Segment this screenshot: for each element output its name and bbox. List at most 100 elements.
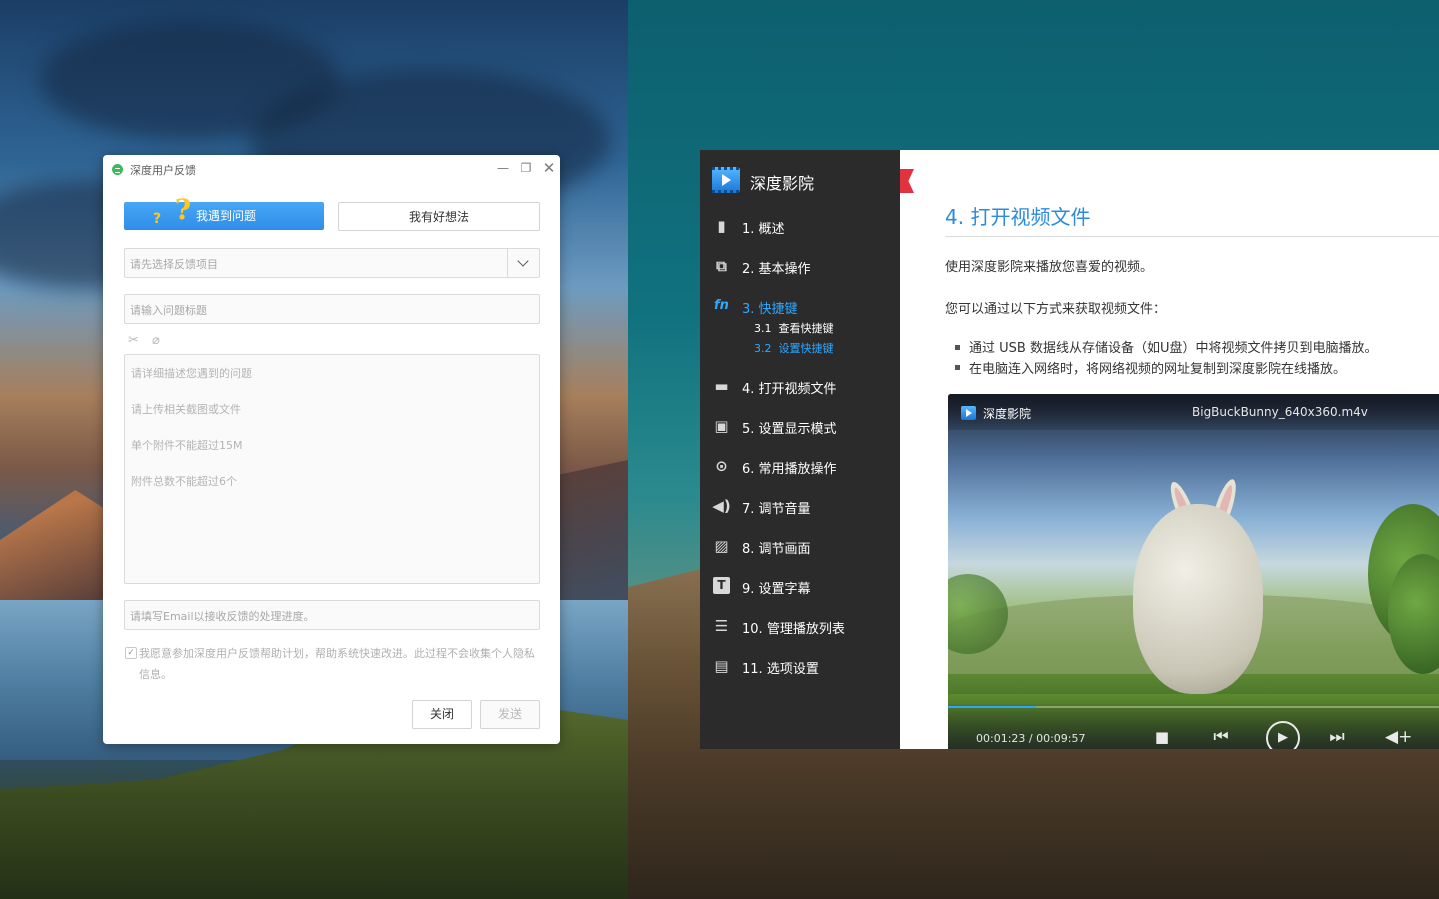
settings-list-icon: ▤ bbox=[714, 657, 729, 675]
email-field[interactable]: 请填写Email以接收反馈的处理进度。 bbox=[124, 600, 540, 630]
section-heading: 4. 打开视频文件 bbox=[945, 205, 1091, 229]
playlist-icon: ☰ bbox=[714, 617, 729, 635]
nav-label: 打开视频文件 bbox=[758, 382, 837, 397]
sidebar-item-playback[interactable]: ⊙ 6. 常用播放操作 bbox=[700, 451, 900, 481]
nav-num: 11. bbox=[742, 662, 763, 677]
nav-num: 8. bbox=[742, 542, 755, 557]
agree-checkbox[interactable]: ✓ bbox=[125, 647, 137, 659]
player-app-name: 深度影院 bbox=[983, 407, 1032, 421]
select-placeholder: 请先选择反馈项目 bbox=[130, 258, 218, 271]
email-placeholder: 请填写Email以接收反馈的处理进度。 bbox=[130, 610, 315, 623]
player-logo-icon bbox=[961, 406, 976, 420]
subnav-num: 3.2 bbox=[754, 342, 772, 355]
subnav-label: 设置快捷键 bbox=[778, 342, 834, 355]
tab-problem[interactable]: ? ? 我遇到问题 bbox=[124, 193, 324, 230]
nav-label: 管理播放列表 bbox=[766, 622, 845, 637]
chevron-down-icon[interactable] bbox=[507, 249, 539, 277]
description-hint-1: 请详细描述您遇到的问题 bbox=[131, 367, 252, 380]
manual-sidebar: 深度影院 ▮ 1. 概述 ⧉ 2. 基本操作 fn 3. 快捷键 3.1 查看快… bbox=[700, 150, 900, 749]
volume-icon: ◀+ bbox=[1385, 727, 1413, 747]
bullet-usb: 通过 USB 数据线从存储设备（如U盘）中将视频文件拷贝到电脑播放。 bbox=[969, 341, 1378, 356]
nav-label: 基本操作 bbox=[758, 262, 811, 277]
feedback-project-select[interactable]: 请先选择反馈项目 bbox=[124, 248, 540, 278]
question-small-icon: ? bbox=[153, 211, 162, 227]
bullet-network: 在电脑连入网络时，将网络视频的网址复制到深度影院在线播放。 bbox=[969, 362, 1347, 377]
nav-label: 设置字幕 bbox=[758, 582, 811, 597]
manual-window: 深度影院 ▮ 1. 概述 ⧉ 2. 基本操作 fn 3. 快捷键 3.1 查看快… bbox=[700, 150, 1439, 749]
sidebar-item-open-video[interactable]: ▬ 4. 打开视频文件 bbox=[700, 371, 900, 401]
subtitle-icon: T bbox=[713, 577, 730, 594]
screenshot-icon[interactable]: ✂ bbox=[128, 334, 142, 348]
sidebar-item-options[interactable]: ▤ 11. 选项设置 bbox=[700, 651, 900, 681]
fn-key-icon: fn bbox=[714, 298, 729, 313]
agree-text: 我愿意参加深度用户反馈帮助计划，帮助系统快速改进。此过程不会收集个人隐私信息。 bbox=[139, 647, 535, 681]
feedback-titlebar[interactable]: 深度用户反馈 — ❐ ✕ bbox=[103, 155, 560, 183]
bookmark-icon[interactable] bbox=[900, 169, 914, 193]
nav-label: 概述 bbox=[758, 222, 785, 237]
sidebar-item-volume[interactable]: ◀) 7. 调节音量 bbox=[700, 491, 900, 521]
volume-icon: ◀) bbox=[712, 497, 731, 515]
player-time: 00:01:23 / 00:09:57 bbox=[976, 732, 1086, 745]
sidebar-item-subtitle[interactable]: T 9. 设置字幕 bbox=[700, 571, 900, 601]
nav-label: 选项设置 bbox=[766, 662, 819, 677]
description-textarea[interactable]: 请详细描述您遇到的问题 请上传相关截图或文件 单个附件不能超过15M 附件总数不… bbox=[124, 354, 540, 584]
minimize-icon[interactable]: — bbox=[495, 160, 511, 176]
movie-app-logo-icon bbox=[712, 167, 740, 193]
player-progress-fill bbox=[948, 706, 1037, 708]
nav-num: 4. bbox=[742, 382, 755, 397]
video-player-screenshot: 深度影院 BigBuckBunny_640x360.m4v 00:01:23 /… bbox=[948, 394, 1439, 749]
nav-num: 5. bbox=[742, 422, 755, 437]
nav-num: 1. bbox=[742, 222, 755, 237]
next-icon: ⏭ bbox=[1329, 727, 1345, 747]
description-hint-3: 单个附件不能超过15M bbox=[131, 439, 243, 452]
tab-problem-label: 我遇到问题 bbox=[195, 209, 256, 223]
sidebar-item-basic[interactable]: ⧉ 2. 基本操作 bbox=[700, 251, 900, 281]
subnav-num: 3.1 bbox=[754, 322, 772, 335]
question-mark-icon: ? bbox=[174, 193, 192, 226]
maximize-icon[interactable]: ❐ bbox=[518, 160, 534, 176]
nav-label: 快捷键 bbox=[758, 302, 798, 317]
image-adjust-icon: ▨ bbox=[714, 537, 729, 555]
paragraph-methods: 您可以通过以下方式来获取视频文件： bbox=[945, 302, 1167, 317]
puzzle-icon: ⧉ bbox=[716, 257, 727, 275]
sidebar-item-overview[interactable]: ▮ 1. 概述 bbox=[700, 211, 900, 241]
sidebar-item-playlist[interactable]: ☰ 10. 管理播放列表 bbox=[700, 611, 900, 641]
display-mode-icon: ▣ bbox=[714, 417, 729, 435]
nav-num: 10. bbox=[742, 622, 763, 637]
bullet-marker bbox=[955, 365, 960, 370]
nav-num: 6. bbox=[742, 462, 755, 477]
feedback-window-title: 深度用户反馈 bbox=[130, 164, 196, 177]
send-button[interactable]: 发送 bbox=[480, 700, 540, 729]
paragraph-intro: 使用深度影院来播放您喜爱的视频。 bbox=[945, 260, 1154, 275]
description-hint-2: 请上传相关截图或文件 bbox=[131, 403, 241, 416]
video-folder-icon: ▬ bbox=[714, 377, 729, 395]
title-placeholder: 请输入问题标题 bbox=[130, 304, 207, 317]
tab-idea[interactable]: 我有好想法 bbox=[338, 202, 540, 231]
manual-app-name: 深度影院 bbox=[750, 174, 815, 193]
attachment-icon[interactable]: ⌀ bbox=[152, 334, 166, 348]
play-circle-icon: ⊙ bbox=[715, 457, 728, 475]
close-icon[interactable]: ✕ bbox=[541, 160, 557, 176]
sidebar-item-shortcuts[interactable]: fn 3. 快捷键 bbox=[700, 291, 900, 321]
sidebar-subitem-set-shortcuts[interactable]: 3.2 设置快捷键 bbox=[754, 340, 834, 356]
sidebar-subitem-view-shortcuts[interactable]: 3.1 查看快捷键 bbox=[754, 320, 834, 336]
nav-label: 常用播放操作 bbox=[758, 462, 837, 477]
nav-num: 7. bbox=[742, 502, 755, 517]
nav-num: 3. bbox=[742, 302, 755, 317]
description-hint-4: 附件总数不能超过6个 bbox=[131, 475, 237, 488]
book-icon: ▮ bbox=[717, 217, 726, 235]
close-button[interactable]: 关闭 bbox=[412, 700, 472, 729]
tab-idea-label: 我有好想法 bbox=[408, 210, 469, 224]
player-file-name: BigBuckBunny_640x360.m4v bbox=[1192, 405, 1368, 419]
sidebar-item-picture[interactable]: ▨ 8. 调节画面 bbox=[700, 531, 900, 561]
nav-label: 设置显示模式 bbox=[758, 422, 837, 437]
feedback-window: 深度用户反馈 — ❐ ✕ ? ? 我遇到问题 我有好想法 请先选择反馈项目 请输… bbox=[103, 155, 560, 744]
sidebar-item-display-mode[interactable]: ▣ 5. 设置显示模式 bbox=[700, 411, 900, 441]
player-progress-bar bbox=[948, 706, 1439, 708]
nav-label: 调节画面 bbox=[758, 542, 811, 557]
nav-num: 2. bbox=[742, 262, 755, 277]
bunny-character bbox=[1133, 504, 1263, 694]
feedback-app-icon bbox=[112, 164, 123, 175]
title-input[interactable]: 请输入问题标题 bbox=[124, 294, 540, 324]
nav-num: 9. bbox=[742, 582, 755, 597]
